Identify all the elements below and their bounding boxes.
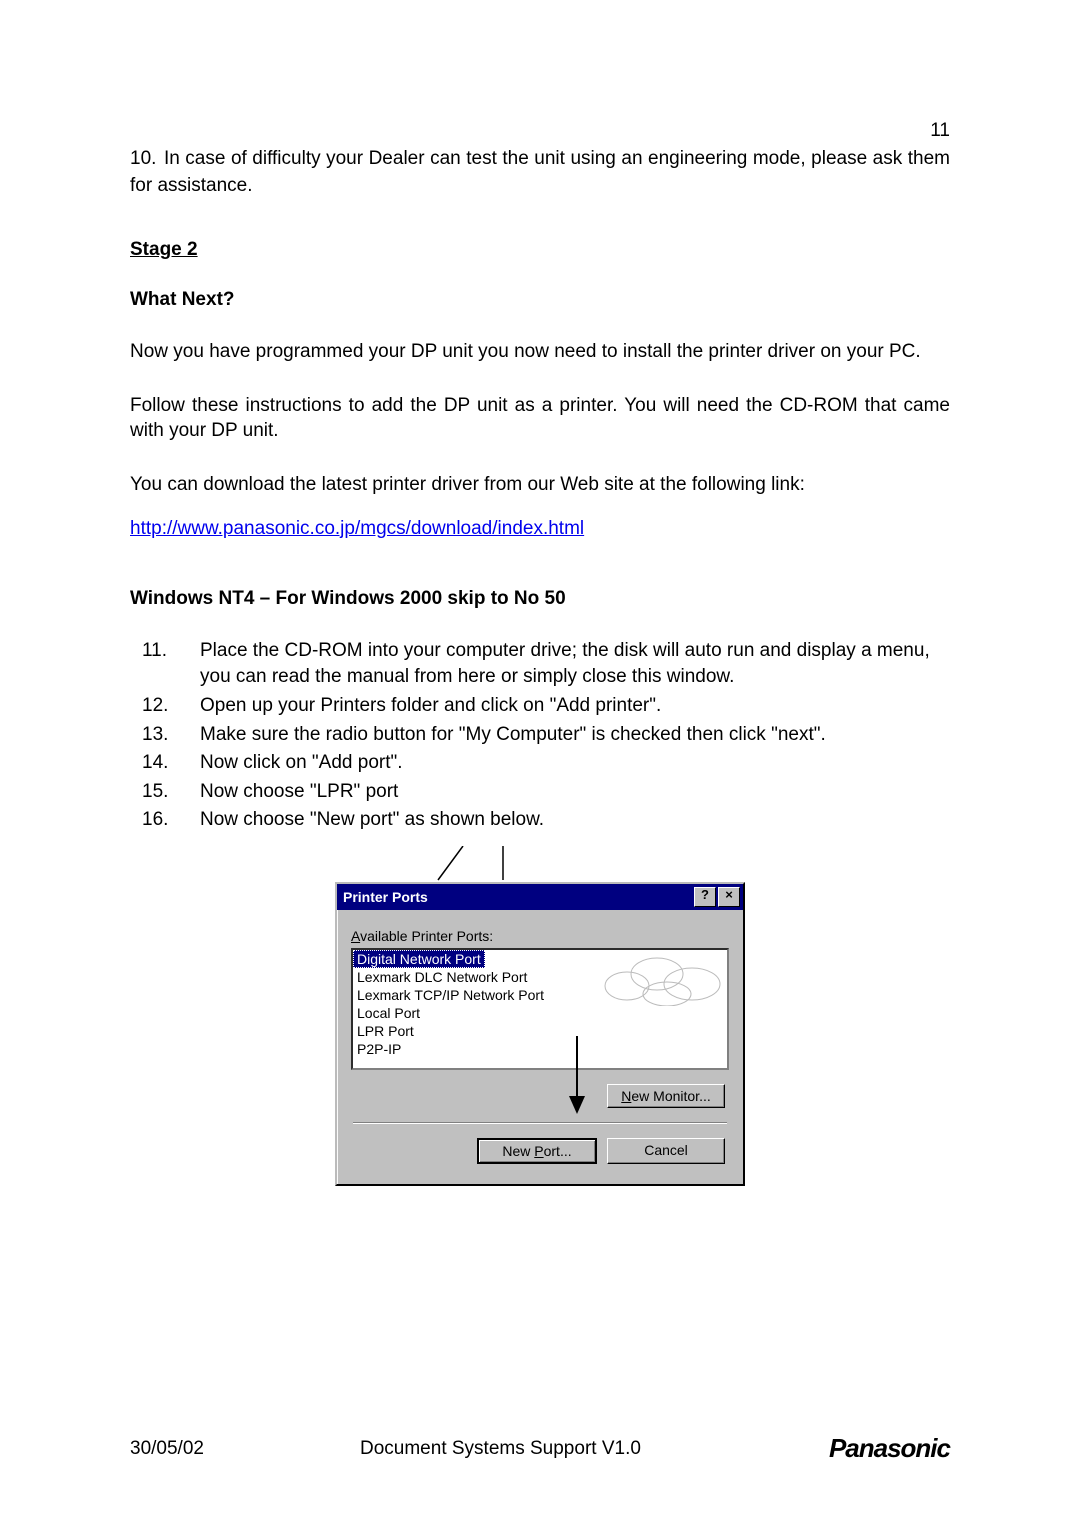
close-button[interactable]: ×: [718, 887, 740, 907]
paragraph-3: You can download the latest printer driv…: [130, 472, 950, 498]
cancel-button[interactable]: Cancel: [607, 1138, 725, 1164]
page-number: 11: [130, 120, 950, 142]
btn-hotkey: P: [534, 1143, 543, 1159]
stage-heading: Stage 2: [130, 239, 950, 261]
step-text: Now choose "New port" as shown below.: [200, 807, 950, 834]
intro-paragraph: 10. In case of difficulty your Dealer ca…: [130, 146, 950, 199]
step-number: 13.: [130, 722, 200, 749]
what-next-heading: What Next?: [130, 289, 950, 311]
windows-subheading: Windows NT4 – For Windows 2000 skip to N…: [130, 588, 950, 610]
printer-ports-dialog: Printer Ports ? × Available Printer Port…: [335, 882, 745, 1186]
list-item[interactable]: P2P-IP: [353, 1040, 727, 1058]
step-11: 11. Place the CD-ROM into your computer …: [130, 638, 950, 691]
btn-rest: ew Monitor...: [631, 1088, 710, 1104]
new-monitor-button[interactable]: New Monitor...: [607, 1084, 725, 1108]
download-link[interactable]: http://www.panasonic.co.jp/mgcs/download…: [130, 518, 950, 540]
btn-rest: ort...: [544, 1143, 572, 1159]
ports-listbox[interactable]: Digital Network Port Lexmark DLC Network…: [351, 948, 729, 1070]
step-number: 15.: [130, 779, 200, 806]
step-text: Open up your Printers folder and click o…: [200, 693, 950, 720]
step-text: Place the CD-ROM into your computer driv…: [200, 638, 950, 691]
dialog-title: Printer Ports: [343, 889, 692, 905]
footer-brand-logo: Panasonic: [829, 1433, 950, 1464]
btn-pre: New: [502, 1143, 534, 1159]
step-13: 13. Make sure the radio button for "My C…: [130, 722, 950, 749]
step-15: 15. Now choose "LPR" port: [130, 779, 950, 806]
intro-text: In case of difficulty your Dealer can te…: [130, 148, 950, 196]
dialog-wrap: Printer Ports ? × Available Printer Port…: [335, 846, 745, 1186]
list-item[interactable]: Local Port: [353, 1004, 727, 1022]
step-12: 12. Open up your Printers folder and cli…: [130, 693, 950, 720]
step-number: 16.: [130, 807, 200, 834]
paragraph-1: Now you have programmed your DP unit you…: [130, 339, 950, 365]
label-rest: vailable Printer Ports:: [360, 928, 493, 944]
annotation-arrows-top: [335, 846, 745, 882]
new-monitor-row: New Monitor...: [351, 1084, 725, 1108]
page-footer: 30/05/02 Document Systems Support V1.0 P…: [130, 1433, 950, 1464]
numbered-steps: 11. Place the CD-ROM into your computer …: [130, 638, 950, 834]
footer-center: Document Systems Support V1.0: [330, 1438, 829, 1460]
step-number: 14.: [130, 750, 200, 777]
bottom-button-row: New Port... Cancel: [351, 1138, 729, 1170]
list-item[interactable]: LPR Port: [353, 1022, 727, 1040]
label-hotkey: A: [351, 928, 360, 944]
annotation-arrow-down: [567, 1036, 597, 1116]
step-16: 16. Now choose "New port" as shown below…: [130, 807, 950, 834]
dialog-body: Available Printer Ports: Digital Network…: [337, 910, 743, 1184]
new-port-button[interactable]: New Port...: [477, 1138, 597, 1164]
step-text: Make sure the radio button for "My Compu…: [200, 722, 950, 749]
titlebar: Printer Ports ? ×: [337, 884, 743, 910]
help-button[interactable]: ?: [694, 887, 716, 907]
available-ports-label: Available Printer Ports:: [351, 928, 729, 944]
paragraph-2: Follow these instructions to add the DP …: [130, 393, 950, 444]
step-text: Now choose "LPR" port: [200, 779, 950, 806]
intro-number: 10.: [130, 146, 156, 173]
list-item[interactable]: Digital Network Port: [353, 950, 485, 968]
step-number: 11.: [130, 638, 200, 691]
step-number: 12.: [130, 693, 200, 720]
footer-date: 30/05/02: [130, 1438, 330, 1460]
step-text: Now click on "Add port".: [200, 750, 950, 777]
list-item[interactable]: Lexmark TCP/IP Network Port: [353, 986, 727, 1004]
step-14: 14. Now click on "Add port".: [130, 750, 950, 777]
divider: [353, 1122, 727, 1124]
list-item[interactable]: Lexmark DLC Network Port: [353, 968, 727, 986]
btn-hotkey: N: [621, 1088, 631, 1104]
